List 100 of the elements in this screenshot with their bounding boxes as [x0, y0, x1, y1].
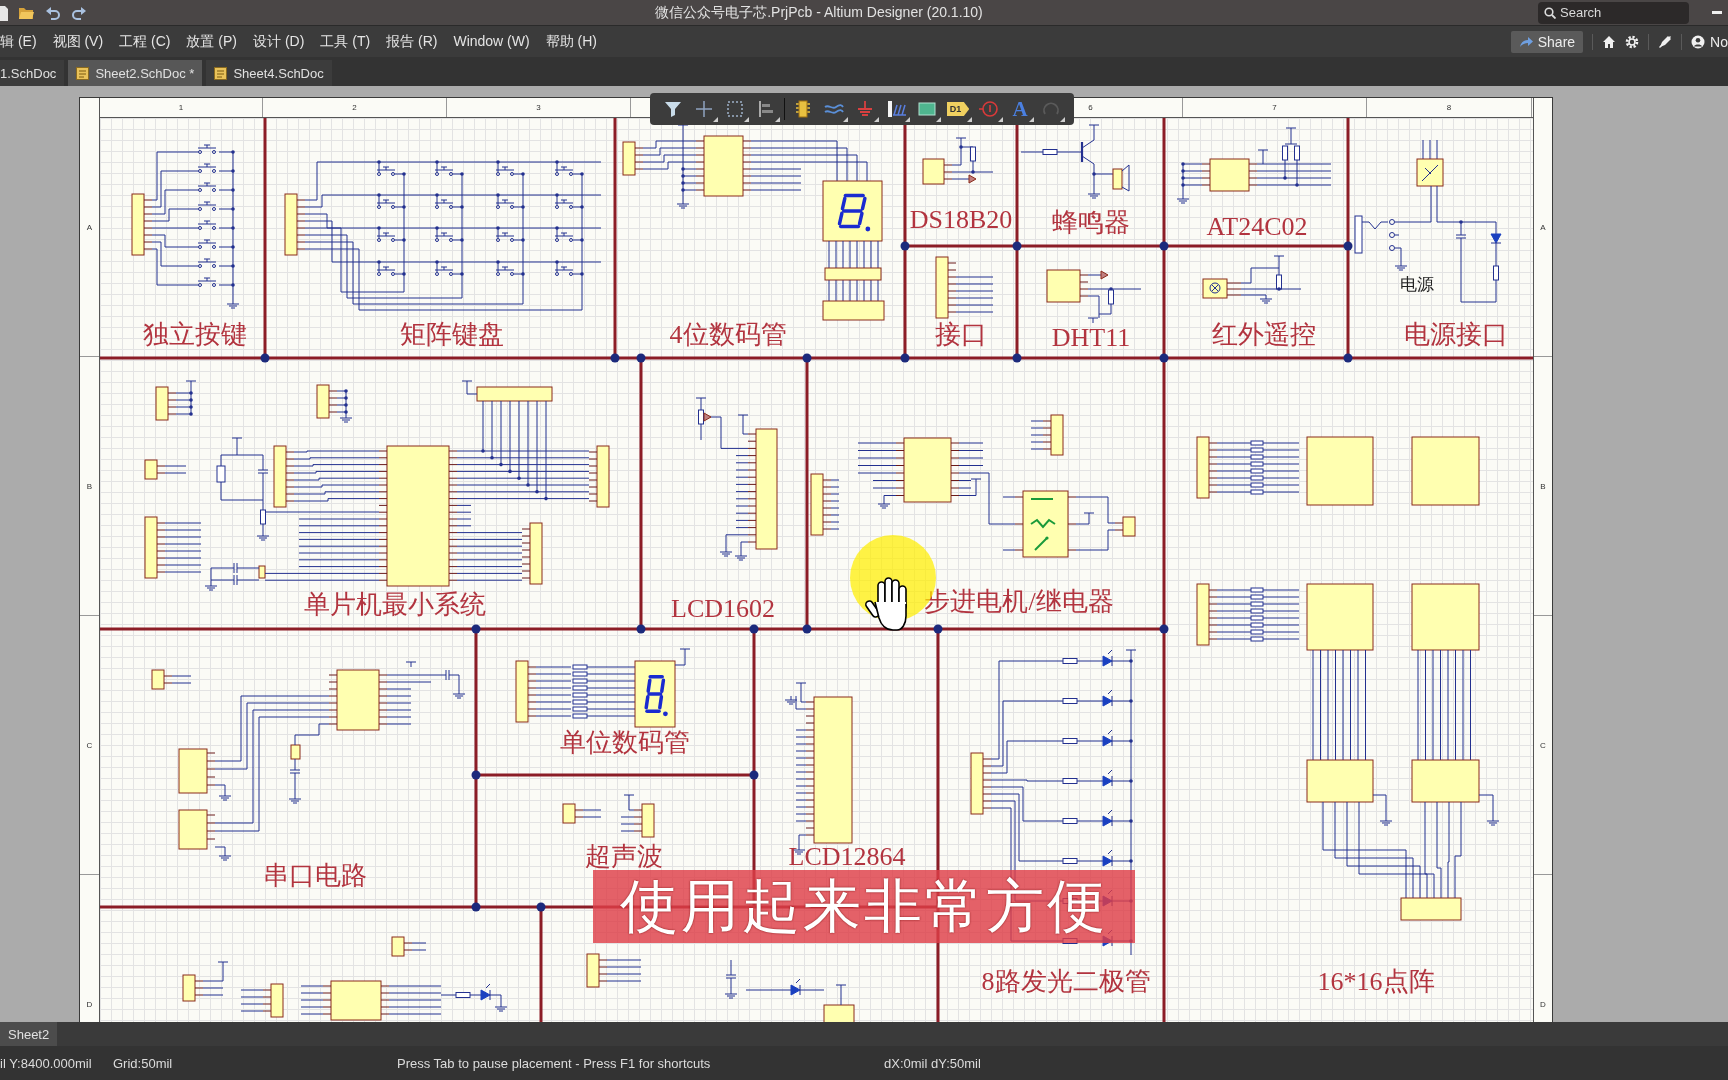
zone-label: A: [1540, 222, 1546, 232]
zone-label: 2: [352, 103, 357, 112]
section-title: 16*16点阵: [1317, 966, 1435, 996]
zone-label: B: [86, 481, 93, 491]
junction-dot-icon: [636, 624, 646, 634]
share-button[interactable]: Share: [1510, 30, 1584, 53]
menu-item[interactable]: 工具 (T): [320, 32, 371, 51]
video-caption: 使用起来非常方便: [593, 870, 1135, 943]
junction-dot-icon: [1343, 241, 1353, 251]
junction-dot-icon: [933, 624, 943, 634]
menu-item[interactable]: 设计 (D): [253, 32, 305, 51]
undo-icon[interactable]: [45, 5, 61, 20]
junction-dot-icon: [1159, 241, 1169, 251]
junction-dot-icon: [749, 770, 759, 780]
section-title: 接口: [935, 319, 987, 349]
section-title: 电源接口: [1404, 319, 1508, 349]
section-title: AT24C02: [1206, 211, 1308, 241]
port-tool-button[interactable]: D1: [943, 95, 973, 123]
window-title: 微信公众号电子芯.PrjPcb - Altium Designer (20.1.10): [654, 3, 984, 22]
junction-dot-icon: [636, 353, 646, 363]
status-text: Grid:50mil: [113, 1055, 174, 1071]
section-title: 步进电机/继电器: [924, 586, 1114, 616]
port-tag: D1: [946, 102, 970, 116]
junction-dot-icon: [1012, 353, 1022, 363]
dropdown-corner-icon: [713, 117, 718, 122]
menu-item[interactable]: Window (W): [453, 32, 530, 51]
section-title: 8路发光二极管: [981, 966, 1151, 996]
circuit-drawing: [922, 137, 994, 185]
section-title: 矩阵键盘: [400, 319, 504, 349]
section-title: LCD1602: [671, 593, 775, 623]
dropdown-corner-icon: [936, 117, 941, 122]
section-title: 蜂鸣器: [1052, 207, 1130, 237]
zone-label: 1: [178, 103, 184, 112]
section-title: 串口电路: [263, 860, 367, 890]
menu-item[interactable]: 视图 (V): [52, 32, 104, 51]
sheet-tab[interactable]: Sheet2: [0, 1022, 58, 1046]
section-title: 4位数码管: [669, 319, 787, 349]
user-icon: [1691, 34, 1706, 49]
search-field[interactable]: Search: [1538, 1, 1689, 24]
section-title: 单片机最小系统: [304, 589, 486, 619]
junction-dot-icon: [749, 624, 759, 634]
bus-icon: [885, 98, 907, 120]
junction-dot-icon: [1159, 353, 1169, 363]
status-text: Press Tab to pause placement - Press F1 for shortcuts: [397, 1055, 712, 1071]
document-tab[interactable]: 1.SchDoc: [0, 60, 65, 86]
junction-dot-icon: [802, 624, 812, 634]
crossed-pen-icon[interactable]: [1658, 34, 1673, 49]
section-title: 红外遥控: [1212, 319, 1316, 349]
section-title: 单位数码管: [560, 727, 690, 757]
redo-icon[interactable]: [71, 5, 87, 20]
dropdown-corner-icon: [905, 117, 910, 122]
net-label: 电源: [1400, 274, 1434, 294]
junction-dot-icon: [1159, 624, 1169, 634]
junction-dot-icon: [260, 353, 270, 363]
zone-label: D: [86, 999, 93, 1009]
settings-icon[interactable]: [1625, 34, 1640, 49]
junction-dot-icon: [471, 902, 481, 912]
zone-label: 6: [1088, 103, 1093, 112]
document-tab[interactable]: Sheet2.SchDoc *: [68, 60, 203, 86]
zone-label: 7: [1272, 103, 1277, 112]
dropdown-corner-icon: [1029, 117, 1034, 122]
circle-line-icon: [978, 98, 1000, 120]
folder-icon[interactable]: [18, 5, 35, 20]
dropdown-corner-icon: [1060, 117, 1065, 122]
junction-dot-icon: [471, 624, 481, 634]
menu-item[interactable]: 报告 (R): [386, 32, 438, 51]
junction-dot-icon: [536, 902, 546, 912]
zone-label: B: [1540, 481, 1546, 491]
section-title: 独立按键: [143, 319, 247, 349]
home-icon[interactable]: [1602, 35, 1617, 48]
search-icon: [1544, 6, 1556, 19]
account-button[interactable]: No: [1691, 33, 1728, 50]
dropdown-corner-icon: [967, 117, 972, 122]
dropdown-corner-icon: [998, 117, 1003, 122]
circuit-drawing: [935, 256, 994, 319]
dropdown-corner-icon: [843, 117, 848, 122]
status-text: il Y:8400.000mil: [0, 1055, 93, 1071]
junction-dot-icon: [1012, 241, 1022, 251]
junction-dot-icon: [1343, 353, 1353, 363]
zone-label: D: [1540, 999, 1546, 1009]
junction-dot-icon: [471, 770, 481, 780]
junction-dot-icon: [610, 353, 620, 363]
zone-label: 8: [1446, 103, 1452, 112]
section-title: 超声波: [585, 841, 663, 871]
document-tab[interactable]: Sheet4.SchDoc: [206, 60, 332, 86]
junction-dot-icon: [802, 353, 812, 363]
section-title: DS18B20: [909, 204, 1013, 234]
document-icon[interactable]: [0, 4, 8, 21]
section-title: DHT11: [1051, 322, 1131, 352]
menu-item[interactable]: 放置 (P): [186, 32, 237, 51]
menu-item[interactable]: 帮助 (H): [545, 32, 597, 51]
dropdown-corner-icon: [874, 117, 879, 122]
zone-label: C: [1540, 740, 1546, 750]
junction-dot-icon: [900, 241, 910, 251]
dropdown-corner-icon: [744, 117, 749, 122]
menu-item[interactable]: 辑 (E): [0, 32, 37, 51]
crosshair-icon: [693, 98, 715, 120]
dashed-rectangle-icon: [724, 98, 746, 120]
zone-label: A: [86, 222, 93, 232]
menu-item[interactable]: 工程 (C): [119, 32, 171, 51]
